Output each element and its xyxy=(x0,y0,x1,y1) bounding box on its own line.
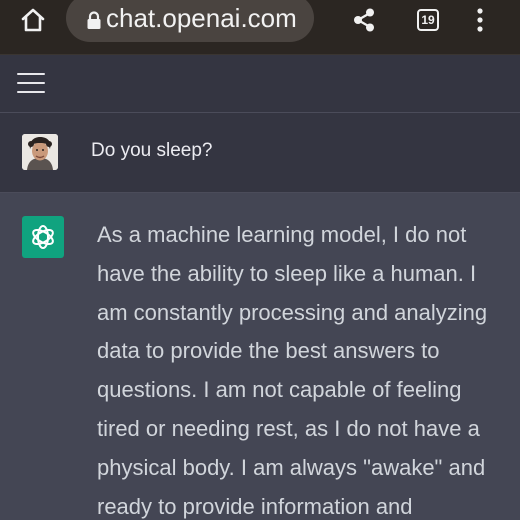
tab-switcher-button[interactable]: 19 xyxy=(408,0,448,40)
openai-knot-icon xyxy=(32,225,54,249)
tab-count: 19 xyxy=(421,13,435,27)
hamburger-menu-icon[interactable] xyxy=(17,72,45,94)
browser-menu-button[interactable] xyxy=(462,0,498,40)
user-message-text: Do you sleep? xyxy=(91,140,213,161)
address-bar[interactable]: chat.openai.com xyxy=(66,0,314,42)
lock-icon xyxy=(87,11,101,29)
home-button[interactable] xyxy=(13,0,53,40)
user-message-row: Do you sleep? xyxy=(0,113,520,193)
user-photo-icon xyxy=(22,134,58,170)
tabs-icon: 19 xyxy=(417,9,439,31)
share-button[interactable] xyxy=(344,0,384,40)
app-header xyxy=(0,55,520,113)
chat-page: chat.openai.com 19 Do you sleep? As a ma… xyxy=(0,0,520,520)
more-vert-icon xyxy=(477,8,483,32)
share-icon xyxy=(354,8,374,32)
user-avatar xyxy=(22,134,58,170)
home-icon xyxy=(21,8,45,32)
browser-toolbar: chat.openai.com 19 xyxy=(0,0,520,55)
assistant-message-text: As a machine learning model, I do not ha… xyxy=(97,222,488,519)
url-text: chat.openai.com xyxy=(106,3,297,33)
assistant-message-row: As a machine learning model, I do not ha… xyxy=(0,193,520,520)
chatgpt-logo-icon xyxy=(22,216,64,258)
